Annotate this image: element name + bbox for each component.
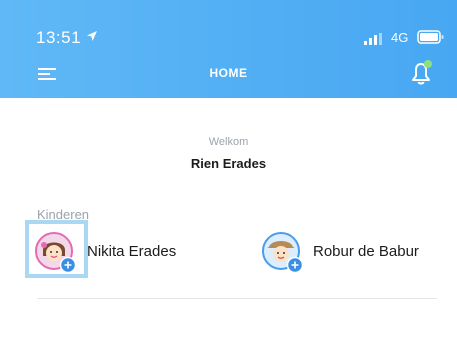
child-name: Robur de Babur [313,243,419,260]
divider [37,298,437,299]
status-time: 13:51 [36,28,82,47]
welcome-label: Welkom [208,136,249,148]
network-type: 4G [391,30,409,45]
app-header: 13:51 4G HOME [0,0,457,98]
avatar[interactable] [35,232,77,274]
page-title: HOME [209,66,248,80]
notification-dot [424,60,432,68]
boy-avatar-icon [262,232,304,274]
signal-icon [364,33,382,45]
child-name: Nikita Erades [87,243,177,260]
child-item-nikita[interactable]: Nikita Erades [25,220,225,278]
child-item-robur[interactable]: Robur de Babur [262,230,447,276]
user-name: Rien Erades [190,156,267,171]
battery-icon [417,30,444,44]
girl-avatar-icon [35,232,77,274]
notification-bell-icon[interactable] [408,59,434,87]
avatar[interactable] [262,232,304,274]
location-arrow-icon [87,31,97,41]
